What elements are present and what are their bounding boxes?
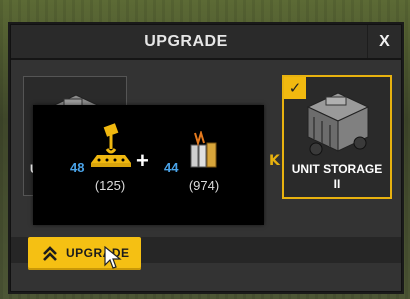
planks-required-count: 44 (164, 160, 179, 175)
transition-arrow: K (269, 153, 280, 169)
planks-owned-count: (974) (188, 178, 220, 193)
dialog-title: UPGRADE (144, 33, 228, 50)
close-button[interactable]: X (367, 25, 401, 58)
selected-check-icon: ✓ (284, 77, 306, 99)
crane-owned-count: (125) (94, 178, 126, 193)
target-unit-label-line1: UNIT STORAGE (291, 162, 383, 176)
plus-separator: + (136, 148, 149, 173)
upgrade-button[interactable]: UPGRADE (28, 237, 141, 270)
dialog-titlebar: UPGRADE X (11, 25, 401, 60)
crane-required-count: 48 (70, 160, 85, 175)
target-unit-label-line2: II (333, 177, 341, 191)
crane-hook-icon (91, 123, 131, 167)
target-unit-label: UNIT STORAGE II (284, 162, 390, 192)
mouse-cursor-icon (104, 246, 122, 269)
wood-planks-icon (190, 131, 217, 168)
requirements-tooltip: 48 (125) + 44 (974) (33, 105, 264, 225)
target-unit-card[interactable]: ✓ UNIT STORAGE II (282, 75, 392, 199)
double-chevron-up-icon (43, 246, 57, 261)
